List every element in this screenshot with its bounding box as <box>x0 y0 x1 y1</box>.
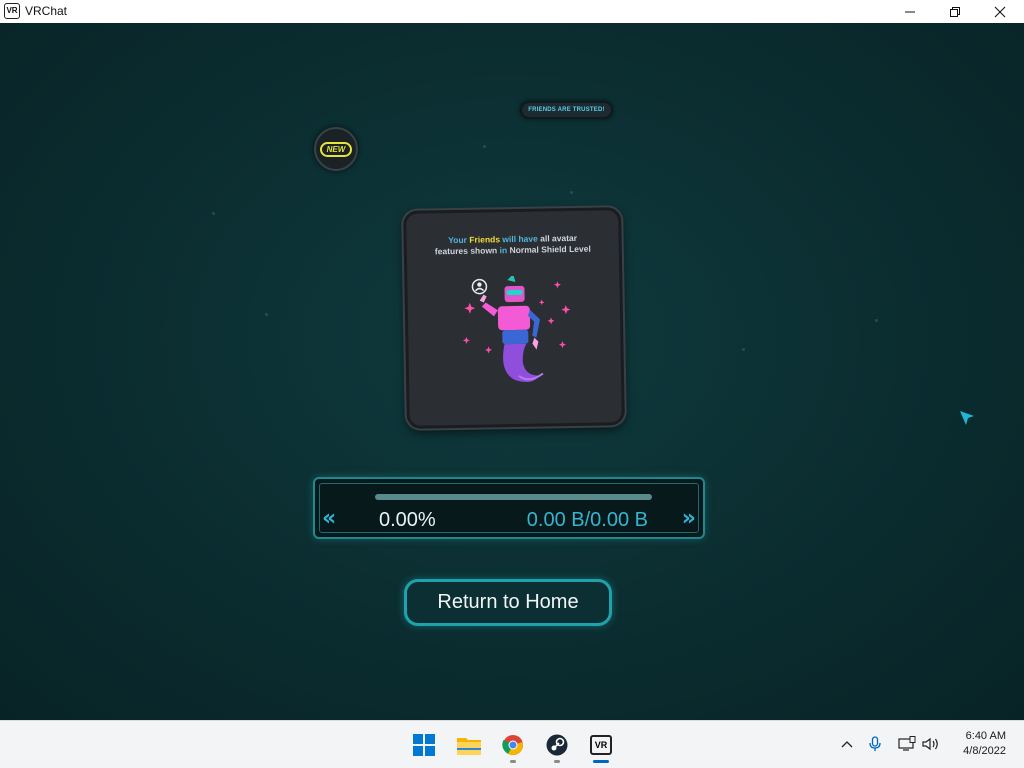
vrchat-icon: VR <box>590 735 612 755</box>
start-button[interactable] <box>409 730 439 760</box>
show-hidden-icons-button[interactable] <box>838 735 856 753</box>
friends-trusted-text: FRIENDS ARE TRUSTED! <box>528 107 605 113</box>
display-icon <box>898 736 916 751</box>
game-viewport[interactable]: FRIENDS ARE TRUSTED! NEW Your Friends wi… <box>0 23 1024 720</box>
clock-date: 4/8/2022 <box>963 745 1006 757</box>
steam-button[interactable] <box>542 730 572 763</box>
download-bytes: 0.00 B/0.00 B <box>526 509 648 531</box>
background-speck <box>742 348 745 351</box>
card-text-part: all avatar <box>540 232 578 244</box>
avatar-illustration <box>462 274 571 383</box>
network-button[interactable] <box>898 735 916 753</box>
chevrons-left-icon: « <box>322 506 336 531</box>
file-explorer-icon <box>457 738 481 755</box>
card-text-part: Normal Shield Level <box>509 243 591 256</box>
start-icon <box>413 734 435 756</box>
vrchat-app-icon: VR <box>4 3 20 19</box>
card-text-part: will have <box>502 233 538 245</box>
download-progress-panel: « 0.00% 0.00 B/0.00 B » <box>313 477 705 539</box>
background-speck <box>875 319 878 322</box>
shield-info-card: Your Friends will have all avatar featur… <box>403 207 625 429</box>
running-indicator <box>554 760 560 763</box>
friends-trusted-badge: FRIENDS ARE TRUSTED! <box>520 101 613 119</box>
microphone-button[interactable] <box>866 735 884 753</box>
steam-icon <box>546 734 568 756</box>
chrome-button[interactable] <box>498 730 528 763</box>
new-badge-label: NEW <box>319 141 353 157</box>
close-icon <box>994 6 1006 17</box>
chevrons-right-icon: » <box>681 506 696 531</box>
return-to-home-button[interactable]: Return to Home <box>404 579 612 626</box>
window-title: VRChat <box>25 4 68 18</box>
chevron-up-icon <box>841 741 853 748</box>
card-text-part: features shown <box>434 245 498 257</box>
minimize-icon <box>905 11 915 12</box>
card-text-part: in <box>499 245 508 256</box>
background-speck <box>570 191 573 194</box>
system-clock[interactable]: 6:40 AM 4/8/2022 <box>963 729 1006 759</box>
download-percent: 0.00% <box>379 509 436 531</box>
return-to-home-label: Return to Home <box>437 591 579 613</box>
cursor-pointer-icon <box>960 411 974 425</box>
file-explorer-button[interactable] <box>454 730 484 760</box>
background-speck <box>483 145 486 148</box>
clock-time: 6:40 AM <box>965 730 1006 742</box>
card-text-friends: Friends <box>469 234 501 245</box>
close-button[interactable] <box>977 0 1023 23</box>
download-progress-bar <box>375 494 652 500</box>
minimize-button[interactable] <box>887 0 933 23</box>
vrchat-taskbar-button[interactable]: VR <box>586 730 616 763</box>
restore-button[interactable] <box>932 0 978 23</box>
title-bar: VR VRChat <box>0 0 1024 23</box>
shield-info-text: Your Friends will have all avatar featur… <box>407 232 619 258</box>
active-indicator <box>593 760 609 763</box>
taskbar: VR 6:40 AM 4/8/2022 <box>0 720 1024 768</box>
volume-button[interactable] <box>922 735 940 753</box>
background-speck <box>265 313 268 316</box>
restore-icon <box>950 6 960 17</box>
new-badge[interactable]: NEW <box>314 127 358 171</box>
microphone-icon <box>869 736 881 751</box>
chrome-icon <box>502 735 523 756</box>
speaker-icon <box>922 737 938 751</box>
download-progress-frame: « 0.00% 0.00 B/0.00 B » <box>319 483 699 533</box>
background-speck <box>212 212 215 215</box>
running-indicator <box>510 760 516 763</box>
card-text-part: Your <box>448 234 468 246</box>
